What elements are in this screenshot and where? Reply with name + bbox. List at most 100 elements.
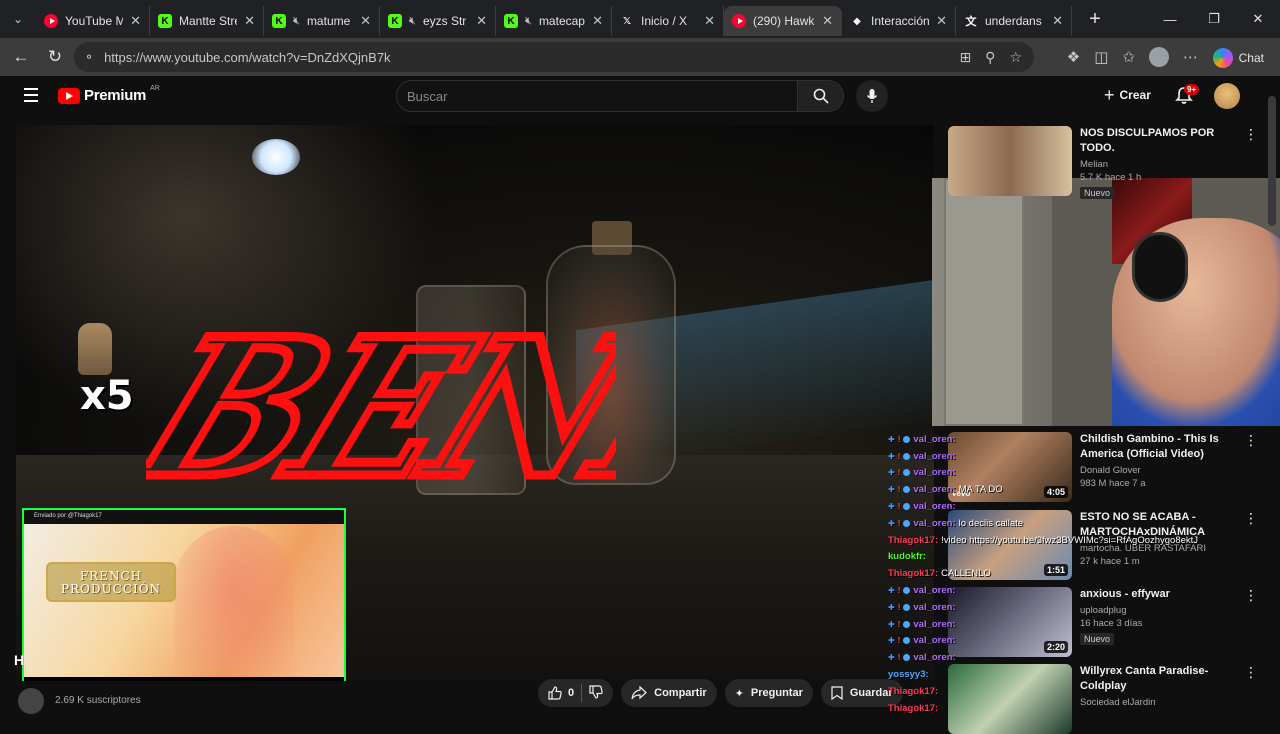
channel-avatar[interactable] bbox=[18, 688, 44, 714]
chat-username[interactable]: kudokfr: bbox=[888, 551, 926, 562]
exclaim-badge-icon: ! bbox=[897, 586, 901, 596]
sub-badge-icon bbox=[903, 503, 911, 511]
browser-tab[interactable]: K 🔇︎ matume ✕ bbox=[264, 6, 380, 36]
close-tab-icon[interactable]: ✕ bbox=[244, 13, 255, 29]
chat-username[interactable]: val_oren: bbox=[913, 501, 955, 512]
close-tab-icon[interactable]: ✕ bbox=[360, 13, 371, 29]
dislike-button[interactable] bbox=[589, 684, 603, 702]
video-title[interactable]: NOS DISCULPAMOS POR TODO. bbox=[1080, 126, 1240, 156]
requested-video-overlay[interactable]: Enviado por @Thiagok17 FRENCH PRODUCCIÓN bbox=[22, 508, 346, 681]
reload-button[interactable]: ↻ bbox=[38, 47, 72, 67]
site-info-icon[interactable]: ⚬ bbox=[84, 50, 94, 64]
sword-badge-icon: ✚ bbox=[888, 636, 895, 646]
chat-username[interactable]: Thiagok17: bbox=[888, 535, 938, 546]
chat-username[interactable]: Thiagok17: bbox=[888, 703, 938, 714]
more-menu-icon[interactable]: ⋯ bbox=[1183, 48, 1198, 66]
address-bar[interactable]: ⚬ https://www.youtube.com/watch?v=DnZdXQ… bbox=[74, 42, 1034, 72]
chat-username[interactable]: val_oren: bbox=[913, 518, 955, 529]
like-button[interactable]: 0 bbox=[548, 686, 574, 700]
tab-actions-menu[interactable]: ⌄ bbox=[0, 0, 36, 38]
profile-avatar[interactable] bbox=[1149, 47, 1169, 67]
pip-producer-logo: FRENCH PRODUCCIÓN bbox=[46, 562, 176, 602]
new-tab-button[interactable]: + bbox=[1080, 4, 1110, 34]
favorites-icon[interactable]: ✩ bbox=[1122, 48, 1135, 66]
sub-badge-icon bbox=[903, 519, 911, 527]
close-tab-icon[interactable]: ✕ bbox=[476, 13, 487, 29]
close-window-button[interactable]: ✕ bbox=[1236, 0, 1280, 38]
account-avatar[interactable] bbox=[1214, 83, 1240, 109]
search-input[interactable]: Buscar bbox=[396, 80, 798, 112]
chat-username[interactable]: val_oren: bbox=[913, 652, 955, 663]
chat-username[interactable]: val_oren: bbox=[913, 635, 955, 646]
browser-tab[interactable]: ◆ Interacción ✕ bbox=[842, 6, 956, 36]
more-options-icon[interactable]: ⋮ bbox=[1244, 587, 1258, 604]
chat-username[interactable]: val_oren: bbox=[913, 467, 955, 478]
favorite-star-icon[interactable]: ☆ bbox=[1009, 49, 1022, 66]
hamburger-menu-icon[interactable] bbox=[24, 88, 38, 102]
channel-name[interactable]: Melian bbox=[1080, 159, 1240, 170]
pip-sender-label: Enviado por @Thiagok17 bbox=[24, 510, 344, 524]
more-options-icon[interactable]: ⋮ bbox=[1244, 432, 1258, 449]
app-available-icon[interactable]: ⊞ bbox=[959, 49, 971, 66]
chat-username[interactable]: val_oren: bbox=[913, 484, 955, 495]
chat-username[interactable]: val_oren: bbox=[913, 434, 955, 445]
ask-button[interactable]: ✦ Preguntar bbox=[724, 679, 813, 707]
chat-message: yossyy3: bbox=[888, 666, 1228, 683]
search-button[interactable] bbox=[798, 80, 844, 112]
zoom-icon[interactable]: ⚲ bbox=[985, 49, 995, 66]
youtube-premium-logo[interactable]: Premium AR bbox=[58, 85, 160, 104]
close-tab-icon[interactable]: ✕ bbox=[704, 13, 715, 29]
copilot-chat-button[interactable]: Chat bbox=[1212, 46, 1264, 70]
exclaim-badge-icon: ! bbox=[897, 485, 901, 495]
share-button[interactable]: Compartir bbox=[621, 679, 717, 707]
video-thumbnail[interactable] bbox=[948, 126, 1072, 196]
browser-tab[interactable]: 文 underdans ✕ bbox=[956, 6, 1072, 36]
muted-speaker-icon[interactable]: 🔇︎ bbox=[525, 15, 532, 28]
browser-tab[interactable]: K 🔇︎ eyzs Str ✕ bbox=[380, 6, 496, 36]
tab-title: matecap bbox=[538, 14, 585, 28]
chat-username[interactable]: val_oren: bbox=[913, 585, 955, 596]
close-tab-icon[interactable]: ✕ bbox=[1052, 13, 1063, 29]
more-options-icon[interactable]: ⋮ bbox=[1244, 126, 1258, 143]
create-button[interactable]: + Crear bbox=[1104, 86, 1151, 104]
browser-tab[interactable]: (290) Hawko ✕ bbox=[724, 6, 842, 36]
recommended-video[interactable]: NOS DISCULPAMOS POR TODO. Melian 5.7 K hac… bbox=[948, 126, 1268, 199]
chat-message: Thiagok17: CALLENLO bbox=[888, 565, 1228, 582]
close-tab-icon[interactable]: ✕ bbox=[822, 13, 833, 29]
chat-username[interactable]: yossyy3: bbox=[888, 669, 929, 680]
back-button[interactable]: ← bbox=[4, 47, 38, 67]
browser-tab[interactable]: 𝕏 Inicio / X ✕ bbox=[612, 6, 724, 36]
sub-badge-icon bbox=[903, 654, 911, 662]
browser-tab[interactable]: K 🔇︎ matecap ✕ bbox=[496, 6, 612, 36]
thumbs-up-icon bbox=[548, 686, 562, 700]
close-tab-icon[interactable]: ✕ bbox=[936, 13, 947, 29]
kick-icon: K bbox=[272, 14, 286, 28]
chat-username[interactable]: Thiagok17: bbox=[888, 686, 938, 697]
muted-speaker-icon[interactable]: 🔇︎ bbox=[409, 15, 416, 28]
voice-search-button[interactable] bbox=[856, 80, 888, 112]
close-tab-icon[interactable]: ✕ bbox=[130, 13, 141, 29]
tab-title: matume bbox=[306, 14, 351, 28]
pip-progress-bar[interactable] bbox=[24, 677, 344, 681]
close-tab-icon[interactable]: ✕ bbox=[592, 13, 603, 29]
extensions-puzzle-icon[interactable]: ❖ bbox=[1067, 48, 1080, 66]
browser-tab-bar: ⌄ YouTube Mu ✕ K Mantte Stre ✕ K 🔇︎ matume ✕ K 🔇︎ e… bbox=[0, 0, 1280, 38]
browser-tab[interactable]: YouTube Mu ✕ bbox=[36, 6, 150, 36]
page-scrollbar[interactable] bbox=[1268, 96, 1276, 226]
chat-message: ✚! val_oren: bbox=[888, 599, 1228, 616]
chat-text: MA TA DO bbox=[958, 484, 1003, 496]
split-screen-icon[interactable]: ◫ bbox=[1094, 48, 1108, 66]
more-options-icon[interactable]: ⋮ bbox=[1244, 510, 1258, 527]
muted-speaker-icon[interactable]: 🔇︎ bbox=[293, 15, 300, 28]
chat-username[interactable]: val_oren: bbox=[913, 451, 955, 462]
more-options-icon[interactable]: ⋮ bbox=[1244, 664, 1258, 681]
chat-username[interactable]: val_oren: bbox=[913, 602, 955, 613]
minimize-button[interactable]: — bbox=[1148, 0, 1192, 38]
chat-username[interactable]: val_oren: bbox=[913, 619, 955, 630]
video-player[interactable]: x5 BENDE Enviado por @Thiagok17 FRENCH P… bbox=[16, 125, 934, 681]
browser-tab[interactable]: K Mantte Stre ✕ bbox=[150, 6, 264, 36]
new-badge: Nuevo bbox=[1080, 187, 1115, 199]
chat-username[interactable]: Thiagok17: bbox=[888, 568, 938, 579]
maximize-button[interactable]: ❐ bbox=[1192, 0, 1236, 38]
chat-text: lo deciis callate bbox=[958, 517, 1024, 529]
